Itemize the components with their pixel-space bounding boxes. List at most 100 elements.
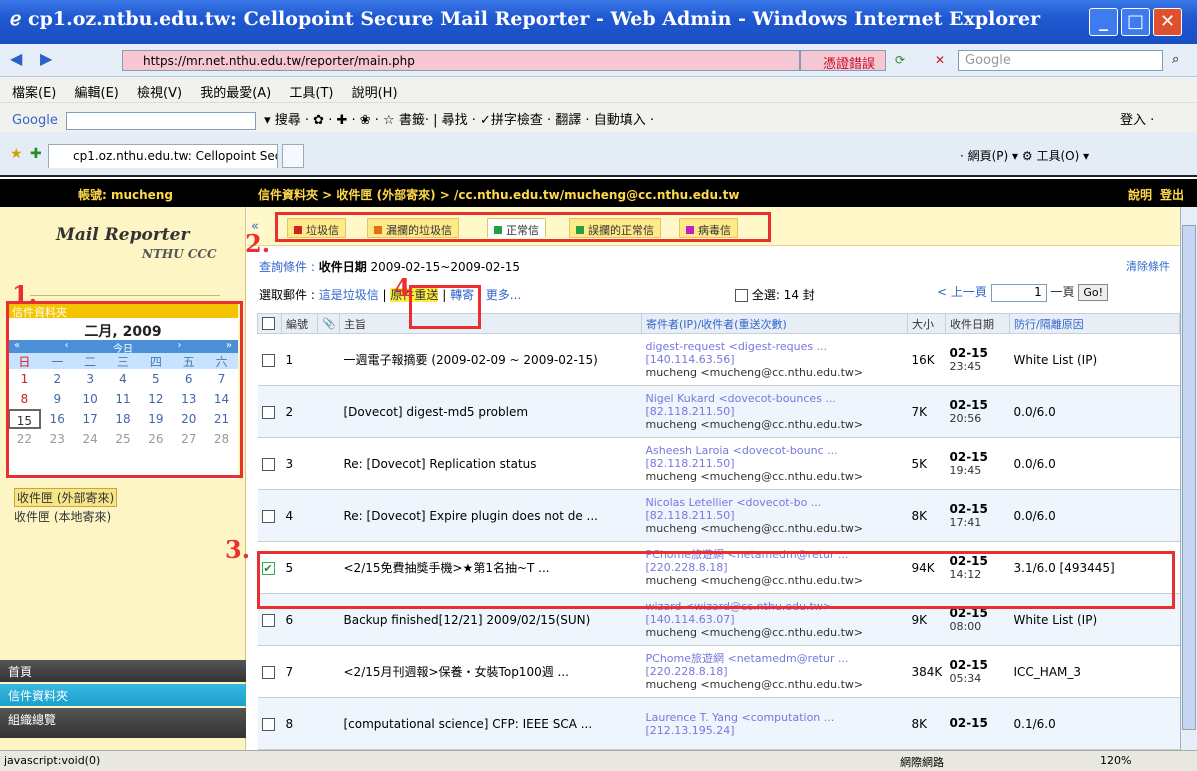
date-day: 02-15 (949, 501, 988, 516)
header-reason[interactable]: 防行/隔離原因 (1009, 313, 1180, 334)
stop-icon[interactable]: ✕ (935, 53, 945, 67)
vertical-scrollbar[interactable] (1180, 207, 1197, 750)
row-checkbox-cell[interactable] (257, 697, 282, 750)
row-sender[interactable]: Laurence T. Yang <computation ... [212.13… (641, 697, 908, 750)
inbox-external-link[interactable]: 收件匣 (外部寄來) (14, 488, 118, 507)
table-row[interactable]: 4 Re: [Dovecot] Expire plugin does not de… (257, 489, 1180, 542)
row-sender[interactable]: Asheesh Laroia <dovecot-bounc ... [82.118… (641, 437, 908, 490)
header-num[interactable]: 編號 (281, 313, 318, 334)
header-size[interactable]: 大小 (907, 313, 946, 334)
row-subject[interactable]: [computational science] CFP: IEEE SCA ..… (339, 697, 642, 750)
row-sender[interactable]: Nicolas Letellier <dovecot-bo ... [82.118… (641, 489, 908, 542)
mark-spam-link[interactable]: 這是垃圾信 (319, 288, 379, 302)
row-subject[interactable]: 一週電子報摘要 (2009-02-09 ~ 2009-02-15) (339, 333, 642, 386)
row-sender[interactable]: digest-request <digest-reques ... [140.11… (641, 333, 908, 386)
page-input[interactable]: 1 (990, 283, 1047, 302)
row-sender[interactable]: Nigel Kukard <dovecot-bounces ... [82.118… (641, 385, 908, 438)
clear-conditions-link[interactable]: 清除條件 (1126, 258, 1170, 274)
recipient: mucheng <mucheng@cc.nthu.edu.tw> (645, 522, 864, 535)
row-reason: 0.0/6.0 (1009, 489, 1180, 542)
row-attachment (317, 489, 340, 542)
row-subject[interactable]: Re: [Dovecot] Replication status (339, 437, 642, 490)
row-checkbox[interactable] (261, 665, 275, 679)
row-subject[interactable]: [Dovecot] digest-md5 problem (339, 385, 642, 438)
close-button[interactable]: ✕ (1153, 8, 1182, 36)
google-toolbar-items[interactable]: ▾ 搜尋 · ✿ · ✚ · ❀ · ☆ 書籤· | 尋找 · ✓拼字檢查 · … (264, 113, 654, 128)
menu-file[interactable]: 檔案(E) (12, 86, 56, 101)
nav-folders[interactable]: 信件資料夾 (0, 684, 246, 706)
row-checkbox-cell[interactable] (257, 437, 282, 490)
sender-name: Laurence T. Yang <computation ... (645, 710, 835, 724)
tab-reporter[interactable]: cp1.oz.nthu.edu.tw: Cellopoint Sec... (48, 144, 278, 168)
minimize-button[interactable]: _ (1089, 8, 1118, 36)
row-checkbox-cell[interactable] (257, 385, 282, 438)
prev-page-link[interactable]: < 上一頁 (937, 285, 987, 299)
header-subject[interactable]: 主旨 (339, 313, 642, 334)
zoom-level[interactable]: 120% (1100, 754, 1131, 767)
table-row[interactable]: 1 一週電子報摘要 (2009-02-09 ~ 2009-02-15) digest… (257, 333, 1180, 386)
row-checkbox[interactable] (261, 509, 275, 523)
maximize-button[interactable]: □ (1121, 8, 1150, 36)
header-attachment[interactable]: 📎 (317, 313, 340, 334)
table-row[interactable]: 7 <2/15月刊週報>保養・女裝Top100週 ... PChome旅遊網 <ne… (257, 645, 1180, 698)
row-checkbox[interactable] (261, 457, 275, 471)
menu-view[interactable]: 檢視(V) (137, 86, 182, 101)
table-row[interactable]: 8 [computational science] CFP: IEEE SCA .… (257, 697, 1180, 750)
recipient: mucheng <mucheng@cc.nthu.edu.tw> (645, 470, 864, 483)
menu-tools[interactable]: 工具(T) (289, 86, 333, 101)
google-login[interactable]: 登入 · (1120, 109, 1154, 128)
header-checkbox[interactable] (257, 313, 282, 334)
row-size: 384K (907, 645, 946, 698)
google-search-input[interactable] (65, 111, 256, 130)
select-all[interactable]: 全選: 14 封 (735, 286, 815, 303)
row-subject[interactable]: Re: [Dovecot] Expire plugin does not de … (339, 489, 642, 542)
row-subject[interactable]: <2/15月刊週報>保養・女裝Top100週 ... (339, 645, 642, 698)
select-all-checkbox[interactable] (735, 289, 748, 302)
menu-help[interactable]: 說明(H) (352, 86, 398, 101)
row-checkbox[interactable] (261, 717, 275, 731)
menu-favorites[interactable]: 我的最愛(A) (200, 86, 271, 101)
help-link[interactable]: 說明 (1128, 186, 1152, 203)
row-date: 02-15 05:34 (945, 645, 1010, 698)
row-checkbox[interactable] (261, 353, 275, 367)
row-checkbox-cell[interactable] (257, 489, 282, 542)
forward-icon[interactable]: ▶ (40, 49, 52, 68)
row-checkbox-cell[interactable] (257, 333, 282, 386)
search-icon[interactable]: ⌕ (1172, 52, 1179, 67)
row-date: 02-15 17:41 (945, 489, 1010, 542)
scrollbar-thumb[interactable] (1182, 225, 1196, 730)
date-day: 02-15 (949, 345, 988, 360)
favorites-star-icon[interactable]: ★ (10, 146, 23, 162)
recipient: mucheng <mucheng@cc.nthu.edu.tw> (645, 626, 864, 639)
go-button[interactable]: Go! (1078, 284, 1109, 301)
logo-subtitle: NTHU CCC (142, 247, 217, 261)
date-day: 02-15 (949, 716, 988, 730)
annotation-box-2 (275, 212, 771, 242)
search-input[interactable]: Google (958, 50, 1163, 71)
more-link[interactable]: 更多... (486, 288, 521, 302)
nav-home[interactable]: 首頁 (0, 660, 246, 682)
table-row[interactable]: 3 Re: [Dovecot] Replication status Asheesh… (257, 437, 1180, 490)
row-checkbox[interactable] (261, 613, 275, 627)
row-size: 5K (907, 437, 946, 490)
refresh-icon[interactable]: ⟳ (895, 53, 905, 67)
nav-org-overview[interactable]: 組織總覽 (0, 708, 246, 738)
table-row[interactable]: 2 [Dovecot] digest-md5 problem Nigel Kukar… (257, 385, 1180, 438)
row-checkbox-cell[interactable] (257, 645, 282, 698)
url-input[interactable]: https://mr.net.nthu.edu.tw/reporter/main… (122, 50, 800, 71)
row-checkbox[interactable] (261, 405, 275, 419)
row-date: 02-15 (945, 697, 1010, 750)
header-sender[interactable]: 寄件者(IP)/收件者(重送次數) (641, 313, 908, 334)
annotation-box-4 (409, 285, 481, 329)
menu-edit[interactable]: 編輯(E) (75, 86, 119, 101)
inbox-local-link[interactable]: 收件匣 (本地寄來) (14, 508, 111, 525)
logout-link[interactable]: 登出 (1160, 186, 1184, 203)
cert-error-badge[interactable]: 憑證錯誤 (800, 50, 886, 72)
add-favorite-icon[interactable]: ✚ (30, 146, 42, 162)
new-tab-button[interactable] (282, 144, 304, 168)
row-sender[interactable]: PChome旅遊網 <netamedm@retur ... [220.228.8.… (641, 645, 908, 698)
command-bar[interactable]: · 網頁(P) ▾ ⚙ 工具(O) ▾ (960, 147, 1089, 164)
row-num: 3 (281, 437, 318, 490)
header-date[interactable]: 收件日期 (945, 313, 1010, 334)
back-icon[interactable]: ◀ (10, 49, 22, 68)
